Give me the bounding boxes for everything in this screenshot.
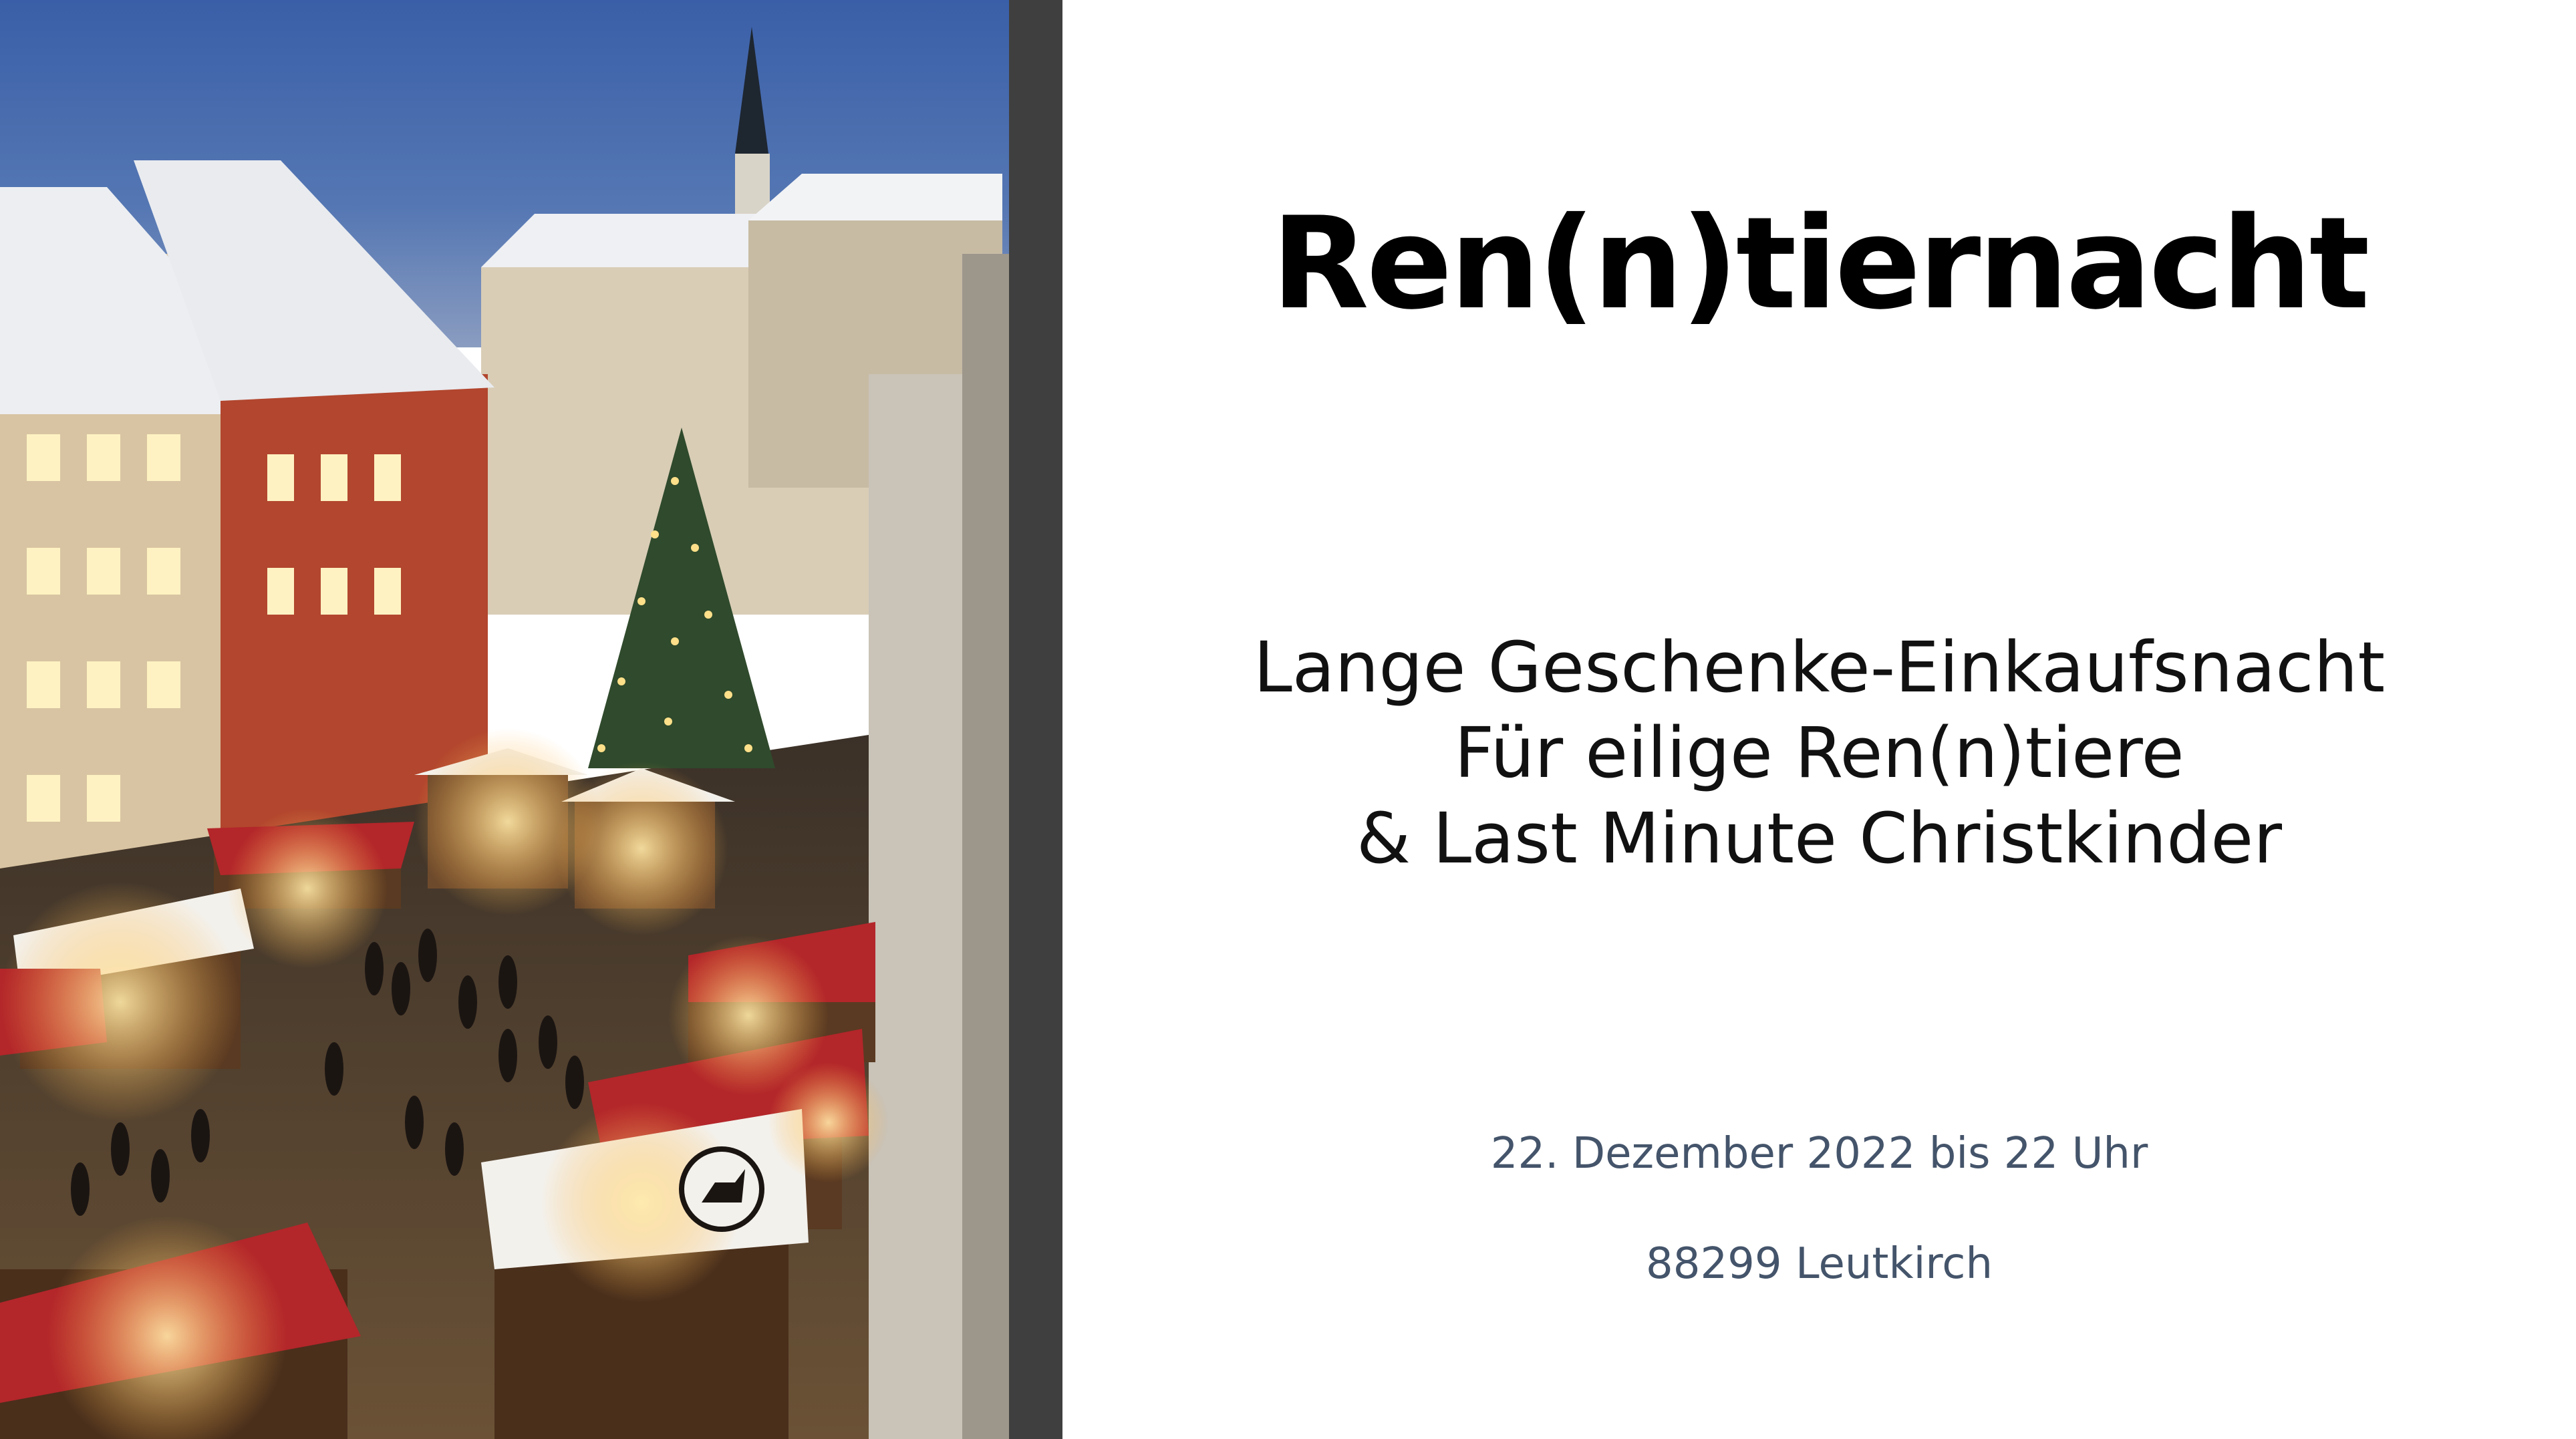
event-subtitle: Lange Geschenke-Einkaufsnacht Für eilige… xyxy=(1062,625,2576,881)
subtitle-line: & Last Minute Christkinder xyxy=(1356,798,2283,879)
subtitle-line: Lange Geschenke-Einkaufsnacht xyxy=(1253,627,2386,708)
event-title: Ren(n)tiernacht xyxy=(1271,190,2370,337)
market-scene-illustration xyxy=(0,0,1009,1439)
vertical-divider-bar xyxy=(1009,0,1062,1439)
event-location: 88299 Leutkirch xyxy=(1646,1239,1993,1289)
christmas-market-photo xyxy=(0,0,1009,1439)
subtitle-line: Für eilige Ren(n)tiere xyxy=(1454,712,2184,794)
slide-text-panel: Ren(n)tiernacht Lange Geschenke-Einkaufs… xyxy=(1062,0,2576,1439)
event-date: 22. Dezember 2022 bis 22 Uhr xyxy=(1490,1129,2148,1178)
